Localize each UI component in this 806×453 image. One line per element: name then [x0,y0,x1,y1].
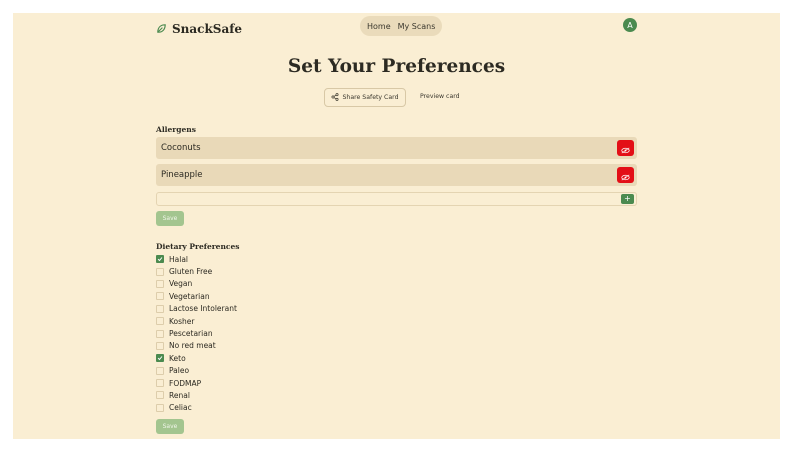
eye-off-icon [621,139,630,158]
diet-option-gluten-free[interactable]: Gluten Free [156,265,237,277]
checkbox[interactable] [156,403,164,412]
checkbox[interactable] [156,292,164,301]
checkbox[interactable] [156,279,164,288]
share-safety-card-button[interactable]: Share Safety Card [324,88,406,107]
app-logo[interactable]: SnackSafe [156,19,242,38]
diet-option-celiac[interactable]: Celiac [156,402,237,414]
checkbox[interactable] [156,341,164,350]
nav-home-link[interactable]: Home [367,22,391,31]
checkbox[interactable] [156,267,164,276]
diet-option-label: Gluten Free [169,267,213,277]
avatar[interactable]: A [623,18,637,32]
diet-option-label: Vegetarian [169,291,210,301]
leaf-icon [156,19,167,38]
checkbox[interactable] [156,304,164,313]
diet-option-vegan[interactable]: Vegan [156,278,237,290]
add-allergen-input[interactable] [156,192,637,206]
nav-my-scans-link[interactable]: My Scans [398,22,436,31]
diet-option-paleo[interactable]: Paleo [156,365,237,377]
diet-option-vegetarian[interactable]: Vegetarian [156,290,237,302]
page-title: Set Your Preferences [287,56,506,77]
allergen-row: Pineapple [156,164,637,186]
allergen-label: Coconuts [161,143,201,153]
checkbox[interactable] [156,366,164,375]
check-icon [157,257,163,262]
checkbox[interactable] [156,255,164,264]
checkbox[interactable] [156,354,164,363]
diet-option-keto[interactable]: Keto [156,352,237,364]
diet-option-lactose-intolerant[interactable]: Lactose Intolerant [156,303,237,315]
diet-option-renal[interactable]: Renal [156,389,237,401]
diet-option-kosher[interactable]: Kosher [156,315,237,327]
diet-option-label: Halal [169,254,188,264]
eye-off-icon [621,166,630,185]
diet-option-label: Kosher [169,316,195,326]
remove-allergen-button[interactable] [617,167,634,183]
diet-option-label: Keto [169,353,186,363]
checkbox[interactable] [156,317,164,326]
top-nav: Home My Scans [360,16,443,36]
save-allergens-button[interactable]: Save [156,211,184,226]
diet-option-fodmap[interactable]: FODMAP [156,377,237,389]
diet-option-label: Celiac [169,403,192,413]
allergen-row: Coconuts [156,137,637,159]
allergen-label: Pineapple [161,170,203,180]
diet-option-label: Lactose Intolerant [169,304,237,314]
preview-card-link[interactable]: Preview card [420,88,460,105]
checkbox[interactable] [156,329,164,338]
diet-option-label: FODMAP [169,378,202,388]
diet-option-pescetarian[interactable]: Pescetarian [156,327,237,339]
diet-option-halal[interactable]: Halal [156,253,237,265]
check-icon [157,356,163,361]
share-icon [331,92,339,103]
diet-option-label: No red meat [169,341,216,351]
allergens-title: Allergens [156,125,196,134]
dietary-list: Halal Gluten Free Vegan Vegetarian Lactose I… [156,253,237,414]
dietary-title: Dietary Preferences [156,242,240,251]
checkbox[interactable] [156,379,164,388]
diet-option-label: Pescetarian [169,329,213,339]
app-frame: SnackSafe Home My Scans A Set Your Prefe… [13,13,780,439]
add-allergen-button[interactable]: + [621,194,634,204]
save-dietary-button[interactable]: Save [156,419,184,434]
remove-allergen-button[interactable] [617,140,634,156]
diet-option-label: Vegan [169,279,193,289]
diet-option-label: Paleo [169,366,190,376]
checkbox[interactable] [156,391,164,400]
share-label: Share Safety Card [342,94,399,101]
diet-option-label: Renal [169,390,190,400]
diet-option-no-red-meat[interactable]: No red meat [156,340,237,352]
app-title: SnackSafe [172,21,243,36]
